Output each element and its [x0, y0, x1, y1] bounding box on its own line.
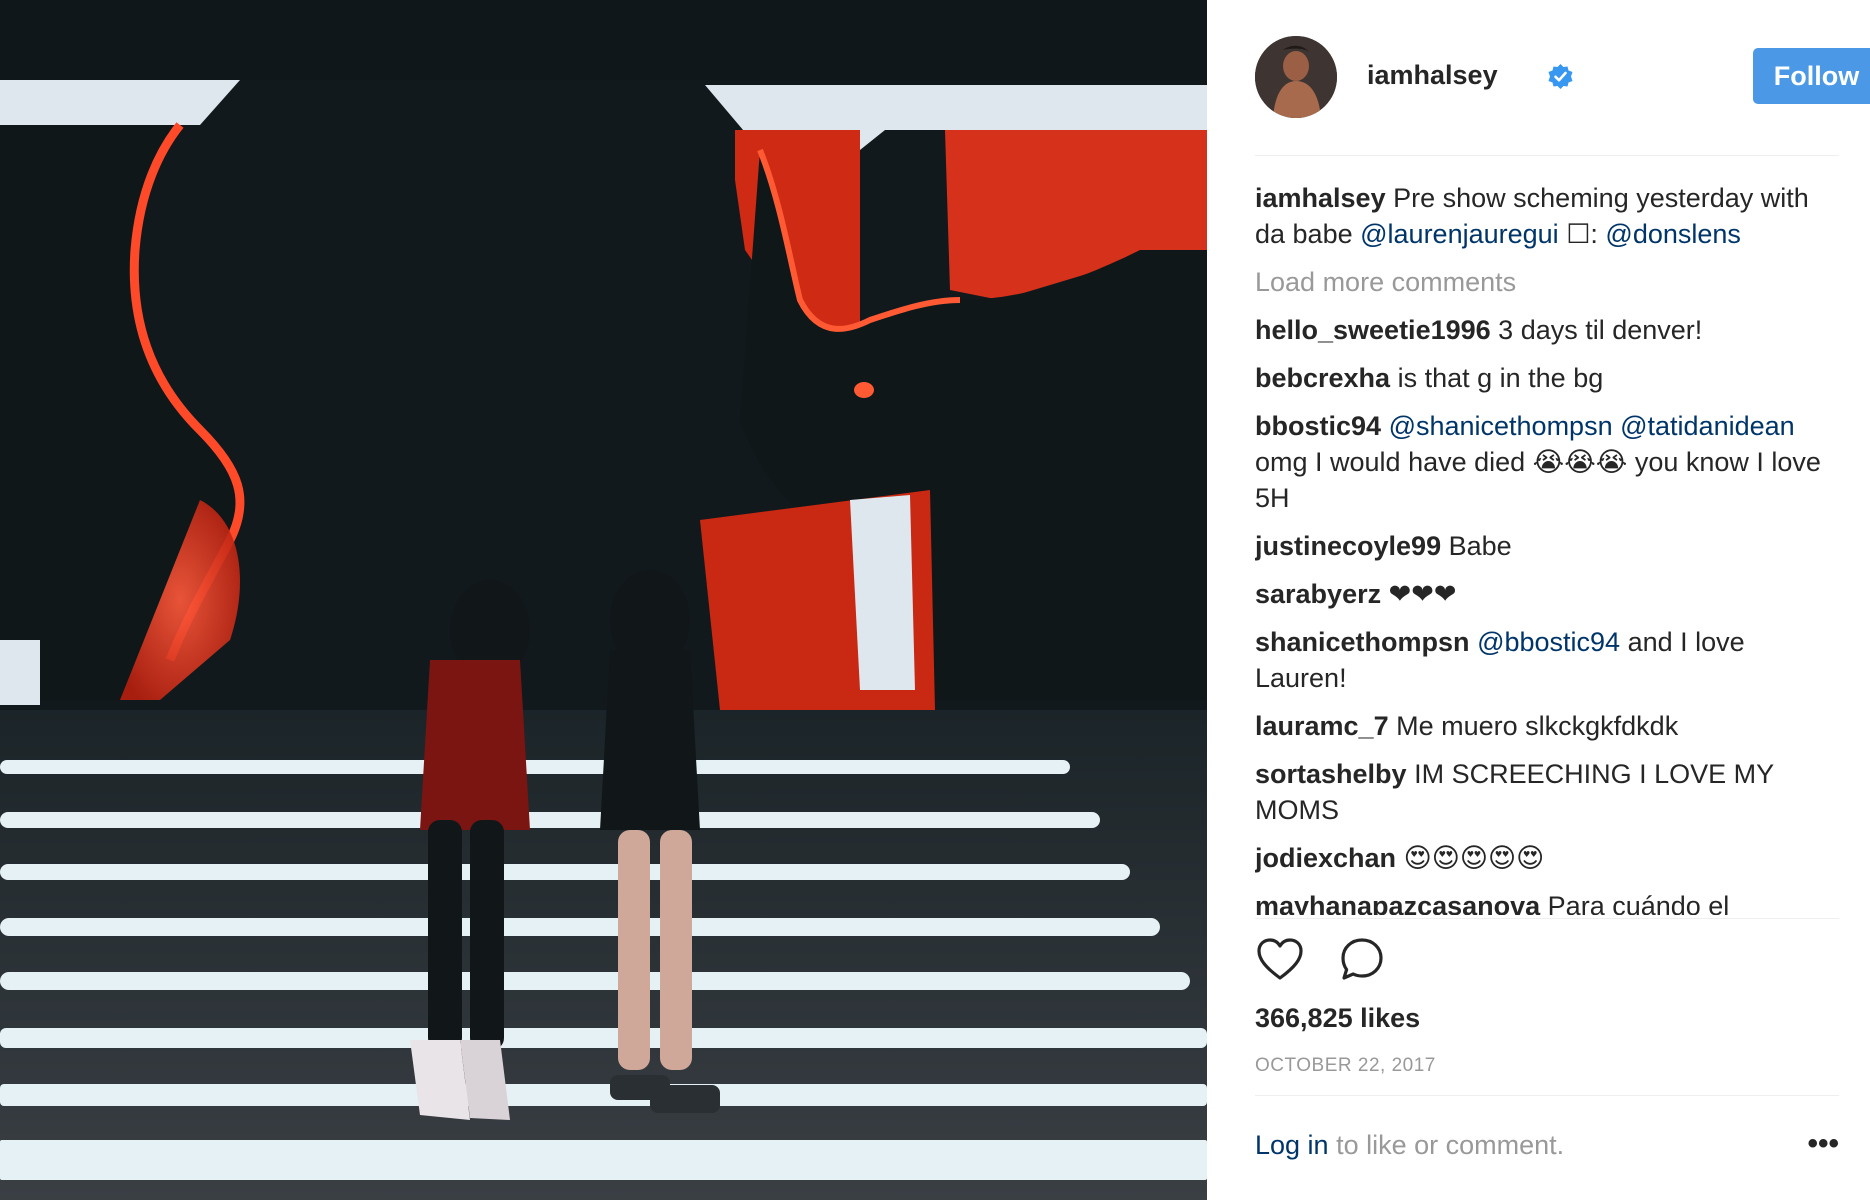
comment-username[interactable]: mayhanapazcasanova	[1255, 891, 1540, 915]
comment-text: 3 days til denver!	[1498, 315, 1703, 345]
comment-username[interactable]: bebcrexha	[1255, 363, 1390, 393]
action-bar	[1255, 935, 1839, 985]
avatar-image	[1255, 36, 1337, 118]
caption-mention[interactable]: @donslens	[1605, 219, 1741, 249]
likes-count[interactable]: 366,825 likes	[1255, 1003, 1420, 1034]
load-more-comments-link[interactable]: Load more comments	[1255, 264, 1839, 300]
concert-stage-image	[0, 0, 1207, 1200]
comment-item: hello_sweetie1996 3 days til denver!	[1255, 312, 1839, 348]
post-date[interactable]: OCTOBER 22, 2017	[1255, 1055, 1436, 1077]
header-divider	[1255, 155, 1839, 156]
comment-item: justinecoyle99 Babe	[1255, 528, 1839, 564]
comments-divider	[1255, 918, 1839, 919]
comment-mention[interactable]: @tatidanidean	[1620, 411, 1795, 441]
comment-text: Babe	[1448, 531, 1512, 561]
comment-username[interactable]: lauramc_7	[1255, 711, 1389, 741]
post-header: iamhalsey Follow	[1255, 36, 1870, 118]
post-photo	[0, 0, 1207, 1200]
post-sidebar: iamhalsey Follow iamhalsey Pre show sche…	[1207, 0, 1870, 1200]
comment-username[interactable]: sarabyerz	[1255, 579, 1381, 609]
login-prompt: Log in to like or comment. •••	[1255, 1129, 1839, 1170]
verified-badge-icon	[1548, 64, 1573, 89]
login-link[interactable]: Log in	[1255, 1130, 1329, 1160]
caption-mention[interactable]: @laurenjauregui	[1360, 219, 1559, 249]
comment-text: 😍😍😍😍😍	[1403, 843, 1545, 873]
comment-item: sarabyerz ❤❤❤	[1255, 576, 1839, 612]
comment-text: is that g in the bg	[1397, 363, 1604, 393]
comment-mention[interactable]: @shanicethompsn	[1389, 411, 1613, 441]
comment-item: mayhanapazcasanova Para cuándo el	[1255, 888, 1839, 915]
comments-list[interactable]: iamhalsey Pre show scheming yesterday wi…	[1255, 180, 1839, 915]
comment-mention[interactable]: @bbostic94	[1477, 627, 1620, 657]
comment-username[interactable]: shanicethompsn	[1255, 627, 1470, 657]
caption: iamhalsey Pre show scheming yesterday wi…	[1255, 180, 1839, 252]
comment-item: jodiexchan 😍😍😍😍😍	[1255, 840, 1839, 876]
footer-divider	[1255, 1095, 1839, 1096]
comment-bubble-icon[interactable]	[1337, 935, 1387, 985]
login-prompt-text: to like or comment.	[1336, 1130, 1565, 1160]
comment-username[interactable]: bbostic94	[1255, 411, 1381, 441]
comment-username[interactable]: justinecoyle99	[1255, 531, 1441, 561]
comment-text: omg I would have died 😭😭😭 you know I lov…	[1255, 447, 1821, 513]
comment-username[interactable]: hello_sweetie1996	[1255, 315, 1491, 345]
more-options-icon[interactable]: •••	[1799, 1129, 1839, 1164]
heart-icon[interactable]	[1255, 935, 1305, 985]
caption-username[interactable]: iamhalsey	[1255, 183, 1386, 213]
comment-text: Me muero slkckgkfdkdk	[1396, 711, 1679, 741]
comment-text: Para cuándo el	[1547, 891, 1730, 915]
comment-item: bebcrexha is that g in the bg	[1255, 360, 1839, 396]
comment-text: ❤❤❤	[1388, 579, 1457, 609]
follow-button[interactable]: Follow	[1753, 48, 1870, 104]
comment-item: lauramc_7 Me muero slkckgkfdkdk	[1255, 708, 1839, 744]
comment-username[interactable]: sortashelby	[1255, 759, 1407, 789]
camera-glyph: ☐:	[1566, 219, 1598, 249]
comment-item: sortashelby IM SCREECHING I LOVE MY MOMS	[1255, 756, 1839, 828]
avatar[interactable]	[1255, 36, 1337, 118]
comment-username[interactable]: jodiexchan	[1255, 843, 1396, 873]
comment-item: bbostic94 @shanicethompsn @tatidanidean …	[1255, 408, 1839, 516]
comment-item: shanicethompsn @bbostic94 and I love Lau…	[1255, 624, 1839, 696]
post-author-username[interactable]: iamhalsey	[1367, 60, 1498, 91]
